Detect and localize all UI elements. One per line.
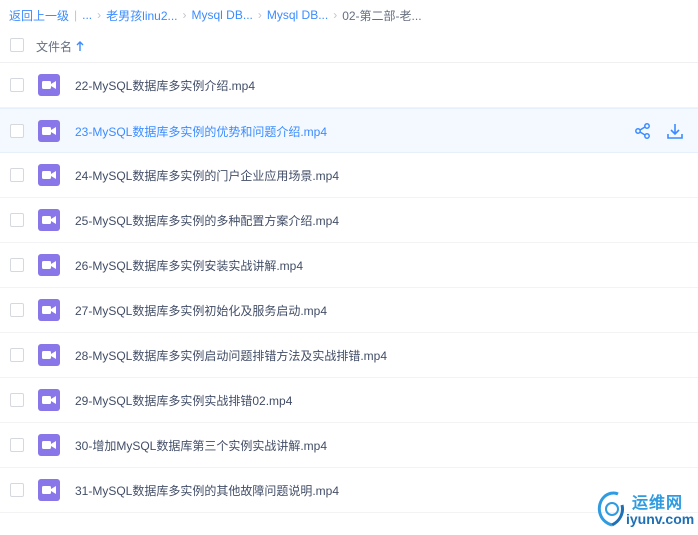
- watermark-cn: 运维网: [632, 495, 684, 512]
- breadcrumb-item[interactable]: Mysql DB...: [267, 8, 328, 22]
- video-camera-icon: [42, 306, 56, 314]
- file-row[interactable]: 22-MySQL数据库多实例介绍.mp4: [0, 63, 698, 108]
- video-file-icon: [38, 434, 60, 456]
- file-name[interactable]: 23-MySQL数据库多实例的优势和问题介绍.mp4: [75, 123, 327, 140]
- file-name[interactable]: 30-增加MySQL数据库第三个实例实战讲解.mp4: [75, 437, 327, 454]
- row-checkbox[interactable]: [10, 438, 24, 452]
- video-file-icon: [38, 120, 60, 142]
- video-camera-icon: [42, 171, 56, 179]
- file-row[interactable]: 24-MySQL数据库多实例的门户企业应用场景.mp4: [0, 153, 698, 198]
- watermark-en: iyunv.com: [626, 511, 695, 527]
- video-camera-icon: [42, 81, 56, 89]
- file-name[interactable]: 28-MySQL数据库多实例启动问题排错方法及实战排错.mp4: [75, 347, 387, 364]
- file-row[interactable]: 25-MySQL数据库多实例的多种配置方案介绍.mp4: [0, 198, 698, 243]
- breadcrumb-item[interactable]: Mysql DB...: [192, 8, 253, 22]
- breadcrumb-separator: |: [74, 8, 78, 22]
- filename-column-header[interactable]: 文件名: [36, 38, 84, 55]
- row-checkbox[interactable]: [10, 168, 24, 182]
- video-camera-icon: [42, 351, 56, 359]
- row-checkbox[interactable]: [10, 483, 24, 497]
- breadcrumb-separator: ›: [182, 8, 187, 22]
- file-row[interactable]: 26-MySQL数据库多实例安装实战讲解.mp4: [0, 243, 698, 288]
- select-all-checkbox[interactable]: [10, 38, 24, 52]
- file-name[interactable]: 22-MySQL数据库多实例介绍.mp4: [75, 77, 255, 94]
- video-camera-icon: [42, 486, 56, 494]
- row-checkbox[interactable]: [10, 303, 24, 317]
- file-row[interactable]: 27-MySQL数据库多实例初始化及服务启动.mp4: [0, 288, 698, 333]
- video-file-icon: [38, 209, 60, 231]
- breadcrumb-item[interactable]: 老男孩linu2...: [106, 7, 177, 24]
- arrow-up-icon[interactable]: [76, 41, 84, 52]
- file-row[interactable]: 29-MySQL数据库多实例实战排错02.mp4: [0, 378, 698, 423]
- file-name[interactable]: 24-MySQL数据库多实例的门户企业应用场景.mp4: [75, 167, 339, 184]
- file-row[interactable]: 30-增加MySQL数据库第三个实例实战讲解.mp4: [0, 423, 698, 468]
- row-actions: [634, 122, 684, 140]
- share-icon[interactable]: [634, 122, 652, 140]
- breadcrumb-separator: ›: [97, 8, 102, 22]
- filename-column-label: 文件名: [36, 40, 73, 54]
- video-file-icon: [38, 164, 60, 186]
- video-file-icon: [38, 389, 60, 411]
- row-checkbox[interactable]: [10, 124, 24, 138]
- file-name[interactable]: 25-MySQL数据库多实例的多种配置方案介绍.mp4: [75, 212, 339, 229]
- video-camera-icon: [42, 216, 56, 224]
- file-name[interactable]: 27-MySQL数据库多实例初始化及服务启动.mp4: [75, 302, 327, 319]
- back-link[interactable]: 返回上一级: [9, 7, 69, 24]
- breadcrumb-current: 02-第二部-老...: [342, 8, 422, 23]
- video-camera-icon: [42, 396, 56, 404]
- download-icon[interactable]: [666, 122, 684, 140]
- file-name[interactable]: 26-MySQL数据库多实例安装实战讲解.mp4: [75, 257, 303, 274]
- breadcrumb-separator: ›: [333, 8, 338, 22]
- video-file-icon: [38, 299, 60, 321]
- video-file-icon: [38, 344, 60, 366]
- row-checkbox[interactable]: [10, 348, 24, 362]
- row-checkbox[interactable]: [10, 258, 24, 272]
- row-checkbox[interactable]: [10, 393, 24, 407]
- list-header: 文件名: [0, 28, 698, 63]
- breadcrumb-ellipsis[interactable]: ...: [82, 8, 92, 22]
- breadcrumb-separator: ›: [257, 8, 262, 22]
- file-row[interactable]: 28-MySQL数据库多实例启动问题排错方法及实战排错.mp4: [0, 333, 698, 378]
- video-camera-icon: [42, 441, 56, 449]
- row-checkbox[interactable]: [10, 78, 24, 92]
- file-name[interactable]: 29-MySQL数据库多实例实战排错02.mp4: [75, 392, 292, 409]
- video-file-icon: [38, 479, 60, 501]
- watermark: 运维网 iyunv.com: [592, 487, 696, 533]
- breadcrumb: 返回上一级 | ... › 老男孩linu2... › Mysql DB... …: [9, 6, 422, 24]
- video-file-icon: [38, 254, 60, 276]
- video-file-icon: [38, 74, 60, 96]
- row-checkbox[interactable]: [10, 213, 24, 227]
- video-camera-icon: [42, 127, 56, 135]
- video-camera-icon: [42, 261, 56, 269]
- file-row[interactable]: 23-MySQL数据库多实例的优势和问题介绍.mp4: [0, 108, 698, 153]
- iyunv-logo-icon: [597, 491, 624, 527]
- file-name[interactable]: 31-MySQL数据库多实例的其他故障问题说明.mp4: [75, 482, 339, 499]
